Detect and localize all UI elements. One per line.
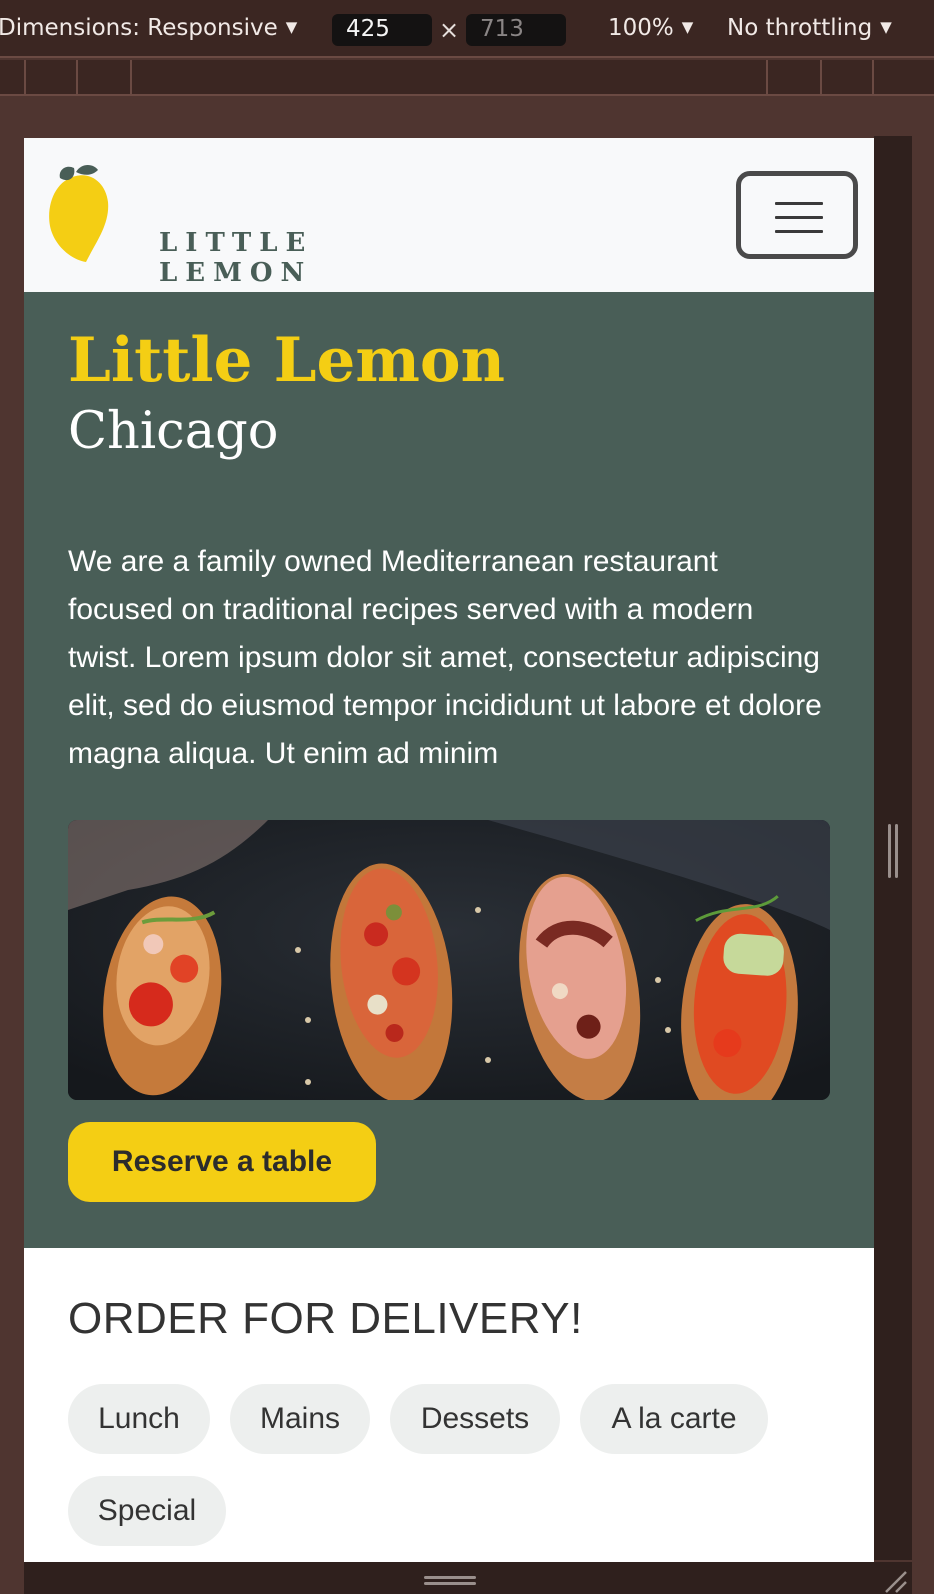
ruler-divider [24, 60, 26, 96]
navbar: LITTLE LEMON [24, 138, 874, 292]
category-pill-mains[interactable]: Mains [230, 1384, 370, 1454]
times-icon: × [439, 16, 460, 44]
resize-handle-right[interactable] [886, 824, 900, 878]
zoom-label: 100% [608, 15, 674, 41]
ruler-divider [820, 60, 822, 96]
hero-image [68, 820, 830, 1100]
menu-toggle-button[interactable] [736, 171, 858, 259]
category-pill-desserts[interactable]: Dessets [390, 1384, 560, 1454]
lemon-icon [49, 165, 109, 262]
delivery-section: ORDER FOR DELIVERY! Lunch Mains Dessets … [24, 1248, 874, 1562]
ruler-divider [76, 60, 78, 96]
height-input[interactable]: 713 [466, 14, 566, 46]
category-pill-lunch[interactable]: Lunch [68, 1384, 210, 1454]
hamburger-icon-bar [775, 230, 823, 233]
throttling-dropdown[interactable]: No throttling ▼ [727, 15, 892, 41]
hamburger-icon [775, 202, 823, 205]
caret-down-icon: ▼ [880, 18, 892, 36]
ruler-divider [872, 60, 874, 96]
hero-title: Little Lemon [68, 325, 505, 396]
logo[interactable]: LITTLE LEMON [46, 162, 466, 288]
width-input[interactable]: 425 [332, 14, 432, 46]
category-pill-special[interactable]: Special [68, 1476, 226, 1546]
logo-text: LITTLE LEMON [159, 228, 314, 288]
ruler-divider [766, 60, 768, 96]
dimensions-dropdown[interactable]: Dimensions: Responsive ▼ [0, 15, 297, 41]
device-viewport: LITTLE LEMON Little Lemon Chicago We are… [24, 138, 874, 1562]
reserve-table-button[interactable]: Reserve a table [68, 1122, 376, 1202]
throttling-label: No throttling [727, 15, 873, 41]
resize-corner-icon[interactable] [880, 1566, 908, 1594]
bruschetta-photo [68, 820, 830, 1100]
devtools-toolbar: Dimensions: Responsive ▼ 425 × 713 100% ▼ … [0, 0, 934, 58]
hamburger-icon-bar [775, 216, 823, 219]
hero-subtitle: Chicago [68, 402, 279, 461]
hero-description: We are a family owned Mediterranean rest… [68, 545, 822, 770]
ruler-divider [130, 60, 132, 96]
category-pill-a-la-carte[interactable]: A la carte [580, 1384, 768, 1454]
dimensions-label: Dimensions: Responsive [0, 15, 278, 41]
hero-section: Little Lemon Chicago We are a family own… [24, 292, 874, 1248]
media-query-ruler[interactable] [0, 60, 934, 96]
caret-down-icon: ▼ [681, 18, 694, 36]
resize-handle-bottom[interactable] [424, 1576, 476, 1588]
caret-down-icon: ▼ [285, 18, 298, 36]
zoom-dropdown[interactable]: 100% ▼ [608, 15, 693, 41]
delivery-heading: ORDER FOR DELIVERY! [68, 1294, 583, 1343]
